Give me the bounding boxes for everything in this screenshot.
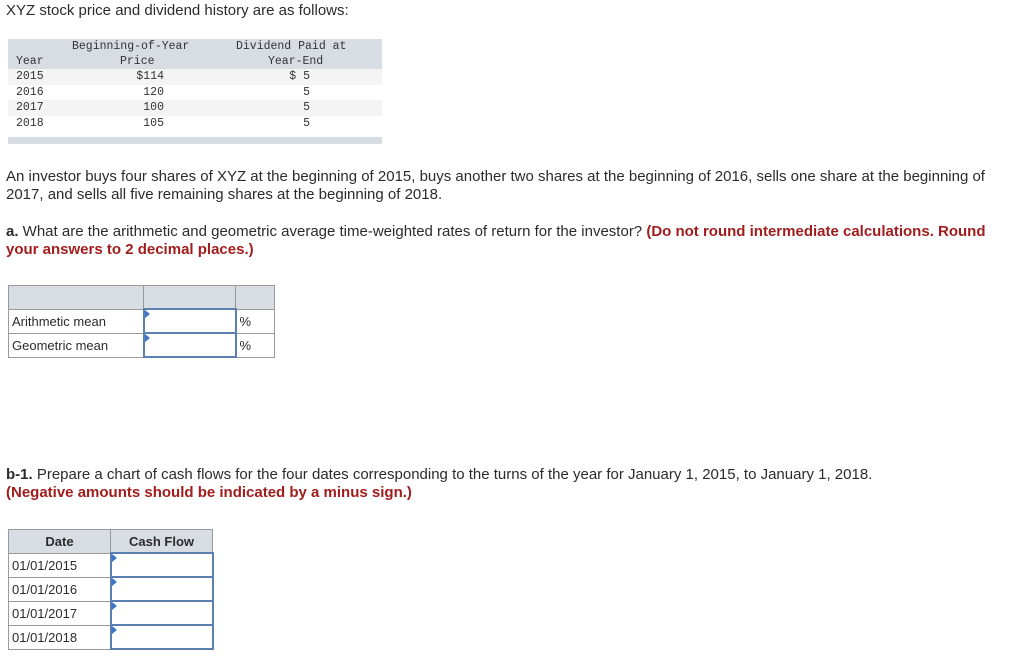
cell-price: 120 (143, 85, 164, 99)
header-year: Year (16, 55, 44, 68)
table-row: 2018 105 5 (8, 116, 382, 132)
input-flag-icon (111, 602, 117, 610)
header-price-line1: Beginning-of-Year (72, 40, 190, 53)
cash-flow-input-cell[interactable] (109, 624, 214, 650)
stock-history-table: Year Beginning-of-Year Price Dividend Pa… (8, 39, 382, 144)
table-row: 01/01/2015 (8, 552, 214, 578)
cash-flow-input-2018[interactable] (111, 626, 212, 648)
cell-price: $114 (136, 70, 164, 83)
cash-flow-table: Date Cash Flow 01/01/2015 01/01/2016 01/… (8, 529, 214, 650)
table-row: 01/01/2018 (8, 624, 214, 650)
date-cell: 01/01/2016 (8, 576, 111, 602)
header-price-line2: Price (120, 55, 155, 68)
stock-table-header: Year Beginning-of-Year Price Dividend Pa… (8, 39, 382, 69)
table-row: 2017 100 5 (8, 100, 382, 116)
scenario-text: An investor buys four shares of XYZ at t… (6, 168, 985, 203)
cell-price: 105 (143, 116, 164, 130)
table-row: 01/01/2016 (8, 576, 214, 602)
input-flag-icon (144, 310, 150, 318)
part-b1-question-text: Prepare a chart of cash flows for the fo… (32, 466, 873, 483)
part-a-label: a. (6, 223, 19, 240)
header-dividend-line1: Dividend Paid at (236, 40, 347, 53)
part-b1-question: b-1. Prepare a chart of cash flows for t… (6, 466, 1006, 502)
arithmetic-mean-input-cell[interactable] (142, 308, 237, 334)
table-row: 2016 120 5 (8, 85, 382, 101)
cash-flow-input-2017[interactable] (111, 602, 212, 624)
cash-flow-input-2016[interactable] (111, 578, 212, 600)
geometric-mean-input[interactable] (144, 334, 235, 356)
part-a-header-row (8, 285, 275, 310)
stock-table-body: 2015 $114 $ 5 2016 120 5 2017 100 5 2018… (8, 69, 382, 131)
table-row: 01/01/2017 (8, 600, 214, 626)
table-row: Geometric mean % (8, 332, 275, 358)
cell-year: 2016 (16, 85, 44, 99)
header-dividend-line2: Year-End (268, 55, 324, 68)
cell-year: 2018 (16, 116, 44, 130)
cell-year: 2015 (16, 70, 44, 83)
cell-year: 2017 (16, 101, 44, 114)
date-cell: 01/01/2015 (8, 552, 111, 578)
cash-flow-input-cell[interactable] (109, 552, 214, 578)
percent-unit: % (235, 308, 275, 334)
stock-table-footer (8, 137, 382, 144)
input-flag-icon (111, 578, 117, 586)
cash-flow-input-2015[interactable] (111, 554, 212, 576)
part-a-question-text: What are the arithmetic and geometric av… (18, 223, 647, 240)
cell-dividend: 5 (303, 85, 310, 99)
table-row: Arithmetic mean % (8, 308, 275, 334)
input-flag-icon (111, 554, 117, 562)
header-date: Date (8, 529, 111, 554)
part-a-question: a. What are the arithmetic and geometric… (6, 223, 1006, 259)
cell-dividend: 5 (303, 116, 310, 130)
part-b1-instruction: (Negative amounts should be indicated by… (6, 484, 412, 501)
cash-flow-input-cell[interactable] (109, 600, 214, 626)
date-cell: 01/01/2017 (8, 600, 111, 626)
cell-price: 100 (143, 101, 164, 114)
part-b1-label: b-1. (6, 466, 33, 483)
input-flag-icon (111, 626, 117, 634)
geometric-mean-label: Geometric mean (8, 332, 144, 358)
cell-dividend: 5 (303, 101, 310, 114)
arithmetic-mean-input[interactable] (144, 310, 235, 332)
percent-unit: % (235, 332, 275, 358)
arithmetic-mean-label: Arithmetic mean (8, 308, 144, 334)
date-cell: 01/01/2018 (8, 624, 111, 650)
part-a-answer-table: Arithmetic mean % Geometric mean % (8, 285, 275, 358)
table-row: 2015 $114 $ 5 (8, 69, 382, 85)
intro-text: XYZ stock price and dividend history are… (6, 2, 349, 19)
cash-flow-header-row: Date Cash Flow (8, 529, 213, 554)
cash-flow-input-cell[interactable] (109, 576, 214, 602)
header-cash-flow: Cash Flow (110, 529, 213, 554)
cell-dividend: $ 5 (289, 70, 310, 83)
input-flag-icon (144, 334, 150, 342)
geometric-mean-input-cell[interactable] (142, 332, 237, 358)
